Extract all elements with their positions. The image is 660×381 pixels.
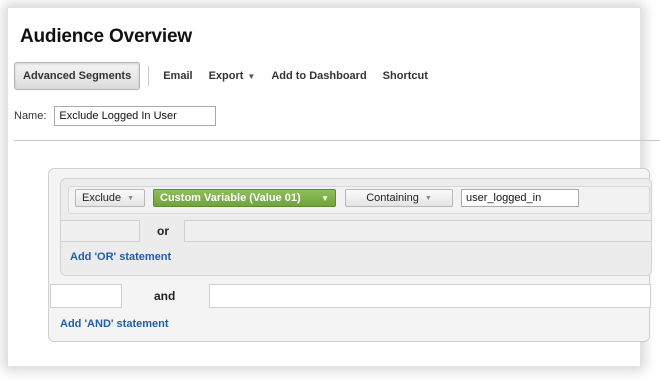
and-connector-right: [209, 284, 651, 308]
toolbar: Advanced Segments Email Export ▼ Add to …: [14, 58, 640, 94]
dimension-label: Custom Variable (Value 01): [160, 192, 301, 204]
chevron-down-icon: ▼: [127, 194, 135, 202]
condition-value-input[interactable]: [461, 189, 579, 207]
shortcut-button[interactable]: Shortcut: [375, 63, 436, 89]
advanced-segments-button[interactable]: Advanced Segments: [14, 62, 141, 90]
toolbar-divider: [148, 66, 150, 86]
include-exclude-label: Exclude: [82, 192, 122, 204]
divider: [14, 140, 660, 141]
segment-name-input[interactable]: [54, 106, 217, 126]
chevron-down-icon: ▼: [424, 194, 432, 202]
segment-name-row: Name:: [14, 106, 217, 126]
export-button[interactable]: Export ▼: [201, 63, 264, 89]
dimension-dropdown[interactable]: Custom Variable (Value 01) ▼: [153, 189, 336, 207]
include-exclude-dropdown[interactable]: Exclude ▼: [75, 189, 145, 207]
export-label: Export: [208, 70, 244, 82]
or-connector-left: [60, 220, 140, 242]
email-button[interactable]: Email: [155, 63, 200, 89]
add-to-dashboard-button[interactable]: Add to Dashboard: [263, 63, 374, 89]
and-label: and: [154, 289, 176, 303]
match-type-label: Containing: [366, 192, 419, 204]
and-connector-left: [50, 284, 122, 308]
or-connector-right: [184, 220, 652, 242]
add-and-statement-link[interactable]: Add 'AND' statement: [60, 318, 169, 330]
chevron-down-icon: ▼: [247, 71, 256, 81]
chevron-down-icon: ▼: [321, 193, 329, 203]
page-title: Audience Overview: [20, 26, 192, 47]
add-or-statement-link[interactable]: Add 'OR' statement: [70, 251, 171, 263]
segment-name-label: Name:: [14, 110, 47, 122]
or-label: or: [157, 224, 169, 238]
match-type-dropdown[interactable]: Containing ▼: [345, 189, 453, 207]
